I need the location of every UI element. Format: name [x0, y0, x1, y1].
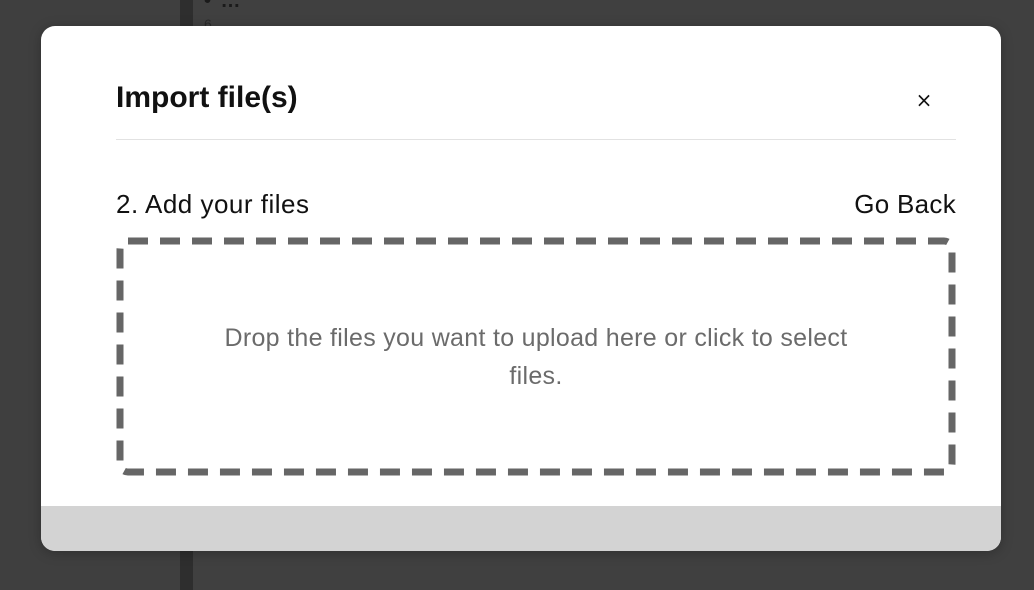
import-files-modal: Import file(s) × 2. Add your files Go Ba…: [41, 26, 1001, 551]
step-row: 2. Add your files Go Back: [116, 184, 956, 224]
background-text: • …: [204, 0, 243, 12]
go-back-link[interactable]: Go Back: [854, 184, 956, 224]
close-icon: ×: [915, 88, 933, 112]
step-title: 2. Add your files: [116, 189, 310, 219]
file-dropzone[interactable]: Drop the files you want to upload here o…: [116, 237, 956, 476]
close-button[interactable]: ×: [914, 88, 934, 112]
modal-title: Import file(s): [116, 81, 298, 114]
dropzone-instructions: Drop the files you want to upload here o…: [224, 324, 848, 390]
modal-header: Import file(s) ×: [116, 26, 956, 140]
modal-footer: [41, 506, 1001, 551]
